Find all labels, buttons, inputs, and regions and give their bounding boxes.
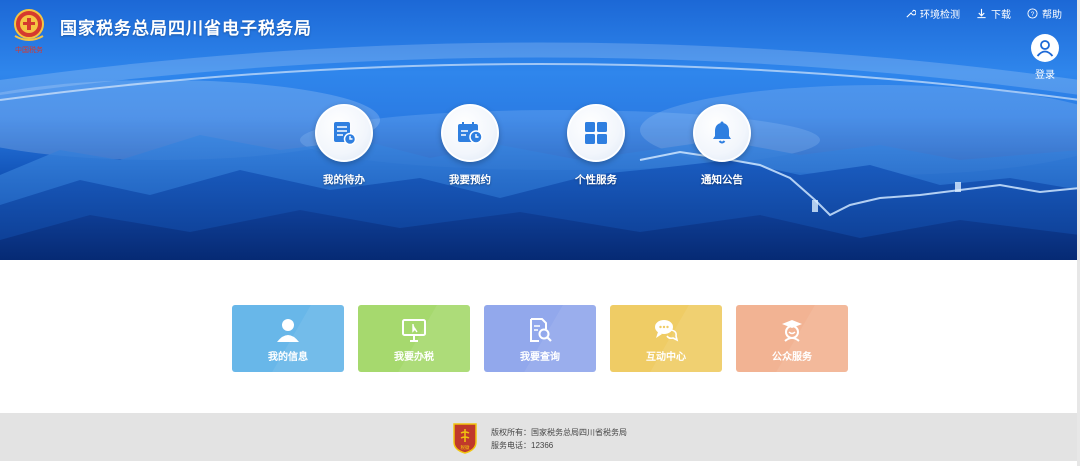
footer-phone: 服务电话：12366: [491, 441, 554, 450]
calendar-clock-icon: [441, 104, 499, 162]
help-link[interactable]: ? 帮助: [1027, 6, 1062, 21]
env-check-link[interactable]: 环境检测: [905, 6, 960, 21]
login-button[interactable]: 登录: [1030, 34, 1060, 81]
quick-appointment[interactable]: 我要预约: [425, 104, 515, 187]
tile-interaction[interactable]: 互动中心: [610, 305, 722, 372]
quick-personal-service[interactable]: 个性服务: [551, 104, 641, 187]
quick-notice-label: 通知公告: [701, 174, 743, 186]
env-check-label: 环境检测: [920, 10, 960, 21]
tile-tax-handling-label: 我要办税: [394, 352, 434, 363]
quick-notice[interactable]: 通知公告: [677, 104, 767, 187]
tile-tax-handling[interactable]: 我要办税: [358, 305, 470, 372]
bell-icon: [693, 104, 751, 162]
search-doc-icon: [530, 318, 552, 342]
download-link[interactable]: 下载: [976, 6, 1011, 21]
tile-public-service[interactable]: 公众服务: [736, 305, 848, 372]
user-avatar-icon: [1031, 34, 1059, 62]
footer-info: 版权所有：国家税务总局四川省税务局 服务电话：12366: [491, 426, 627, 452]
svg-text:中国税务: 中国税务: [15, 45, 43, 54]
tax-emblem-icon: 中国税务: [10, 8, 48, 54]
tile-query[interactable]: 我要查询: [484, 305, 596, 372]
monitor-icon: [402, 319, 426, 342]
tile-my-info-label: 我的信息: [268, 352, 308, 363]
help-label: 帮助: [1042, 10, 1062, 21]
chat-icon: [655, 320, 679, 342]
footer-copyright: 版权所有：国家税务总局四川省税务局: [491, 428, 627, 437]
top-links: 环境检测 下载 ? 帮助: [905, 6, 1062, 21]
quick-personal-service-label: 个性服务: [575, 174, 617, 186]
login-label: 登录: [1035, 70, 1055, 81]
todo-list-icon: [315, 104, 373, 162]
grid-icon: [567, 104, 625, 162]
download-label: 下载: [991, 10, 1011, 21]
tile-query-label: 我要查询: [520, 352, 560, 363]
hero-banner: 中国税务 国家税务总局四川省电子税务局 环境检测 下载 ? 帮助 登录 我的待办…: [0, 0, 1080, 260]
svg-text:税徽: 税徽: [461, 444, 470, 451]
tile-interaction-label: 互动中心: [646, 352, 686, 363]
help-icon: ?: [1027, 8, 1038, 19]
tile-my-info[interactable]: 我的信息: [232, 305, 344, 372]
wrench-icon: [906, 9, 916, 18]
footer: 税徽 版权所有：国家税务总局四川省税务局 服务电话：12366: [0, 413, 1080, 461]
site-title: 国家税务总局四川省电子税务局: [60, 19, 312, 38]
brand: 中国税务 国家税务总局四川省电子税务局: [10, 8, 312, 54]
tax-badge-icon: 税徽: [452, 422, 478, 454]
user-icon: [277, 319, 299, 342]
svg-text:?: ?: [1031, 11, 1035, 18]
quick-appointment-label: 我要预约: [449, 174, 491, 186]
download-icon: [977, 8, 986, 19]
page: 中国税务 国家税务总局四川省电子税务局 环境检测 下载 ? 帮助 登录 我的待办…: [0, 0, 1080, 466]
public-service-icon: [782, 320, 802, 342]
quick-todo-label: 我的待办: [323, 174, 365, 186]
quick-todo[interactable]: 我的待办: [299, 104, 389, 187]
tile-public-service-label: 公众服务: [772, 352, 812, 363]
main-tiles: 我的信息 我要办税 我要查询 互动中心 公众服务: [232, 305, 848, 372]
